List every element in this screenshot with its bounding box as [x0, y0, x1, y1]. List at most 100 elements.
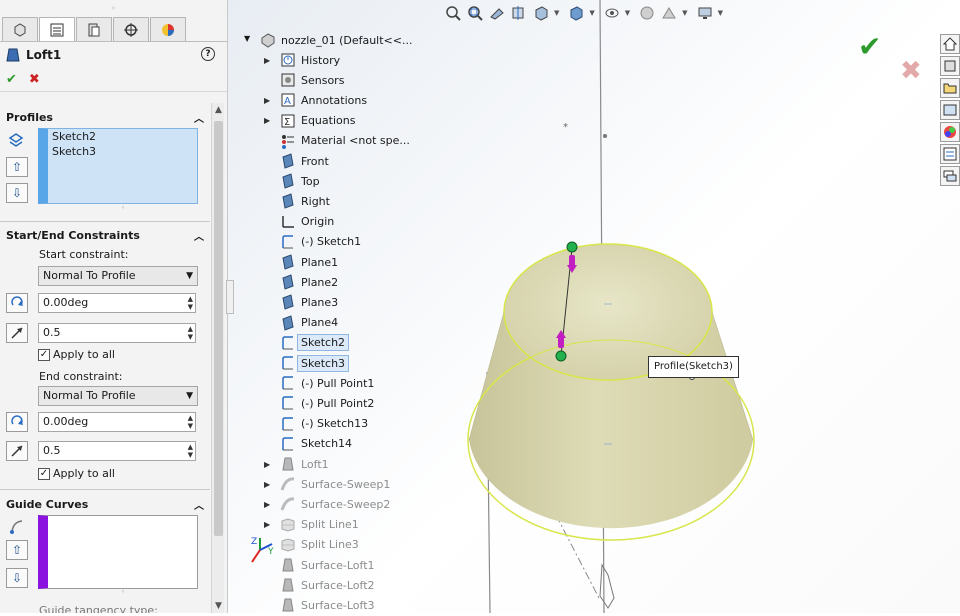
chevron-down-icon[interactable]: ▼ — [589, 9, 594, 17]
expand-arrow-icon[interactable]: ▶ — [264, 56, 274, 65]
tree-item[interactable]: Surface-Loft3 — [264, 595, 375, 615]
tree-item[interactable]: Plane4 — [264, 313, 338, 333]
edit-appearance-icon[interactable] — [638, 4, 656, 22]
resize-grip-icon[interactable]: ◦ — [121, 204, 125, 212]
checkbox-check-icon[interactable]: ✓ — [38, 467, 50, 480]
tree-root[interactable]: nozzle_01 (Default<<... — [260, 30, 412, 50]
scroll-thumb[interactable] — [214, 121, 223, 536]
apply-scene-icon[interactable] — [660, 4, 678, 22]
tree-item[interactable]: Surface-Loft2 — [264, 575, 375, 595]
spinner-icon[interactable]: ▲ ▼ — [188, 325, 193, 341]
tree-item[interactable]: ▶ A Annotations — [264, 90, 367, 110]
view-orientation-icon[interactable] — [532, 4, 550, 22]
home-icon[interactable] — [940, 34, 960, 54]
section-view-icon[interactable] — [510, 4, 528, 22]
view-settings-icon[interactable] — [696, 4, 714, 22]
chevron-down-icon[interactable]: ▼ — [554, 9, 559, 17]
view-palette-icon[interactable] — [940, 100, 960, 120]
tree-item[interactable]: ▶ Surface-Sweep1 — [264, 474, 390, 494]
tree-item[interactable]: Surface-Loft1 — [264, 555, 375, 575]
start-apply-all-checkbox[interactable]: ✓ Apply to all — [38, 348, 115, 361]
scroll-up-icon[interactable]: ▲ — [212, 103, 225, 117]
file-explorer-icon[interactable] — [940, 78, 960, 98]
expand-arrow-icon[interactable]: ▶ — [264, 520, 274, 529]
move-up-button[interactable]: ⇧ — [6, 540, 28, 560]
scroll-down-icon[interactable]: ▼ — [212, 599, 225, 613]
hide-show-icon[interactable] — [603, 4, 621, 22]
design-library-icon[interactable] — [940, 56, 960, 76]
tree-item[interactable]: (-) Pull Point1 — [264, 373, 374, 393]
tree-item[interactable]: ▶ Split Line1 — [264, 515, 359, 535]
property-manager-tab[interactable] — [39, 17, 75, 41]
help-icon[interactable]: ? — [201, 47, 215, 61]
expand-arrow-icon[interactable]: ▶ — [264, 116, 274, 125]
end-apply-all-checkbox[interactable]: ✓ Apply to all — [38, 467, 115, 480]
zoom-area-icon[interactable] — [466, 4, 484, 22]
guide-curves-listbox[interactable] — [38, 515, 198, 589]
expand-arrow-icon[interactable]: ▶ — [264, 500, 274, 509]
tree-item[interactable]: Sensors — [264, 70, 344, 90]
display-style-icon[interactable] — [567, 4, 585, 22]
panel-grip[interactable]: ◦ — [0, 0, 227, 16]
tree-item[interactable]: ▶ Σ Equations — [264, 111, 355, 131]
collapse-icon[interactable]: ︿ — [194, 228, 204, 243]
resize-grip-icon[interactable]: ◦ — [121, 588, 125, 596]
tree-item[interactable]: ▶ History — [264, 50, 340, 70]
tree-item[interactable]: Right — [264, 191, 330, 211]
zoom-to-fit-icon[interactable] — [444, 4, 462, 22]
tree-item[interactable]: ▶ Surface-Sweep2 — [264, 494, 390, 514]
appearances-icon[interactable] — [940, 122, 960, 142]
feature-manager-tab[interactable] — [2, 17, 38, 41]
tree-item[interactable]: Plane3 — [264, 292, 338, 312]
confirm-ok-icon[interactable]: ✔ — [858, 30, 881, 63]
cancel-button[interactable]: ✖ — [29, 72, 40, 87]
start-length-field[interactable]: 0.5 ▲ ▼ — [38, 323, 196, 343]
tree-item[interactable]: Sketch2 — [264, 333, 350, 353]
tree-item[interactable]: Top — [264, 171, 320, 191]
start-constraint-select[interactable]: Normal To Profile ▼ — [38, 266, 198, 286]
collapse-icon[interactable]: ︿ — [194, 110, 204, 125]
tree-item[interactable]: Sketch3 — [264, 353, 350, 373]
move-down-button[interactable]: ⇩ — [6, 183, 28, 203]
chevron-down-icon[interactable]: ▼ — [682, 9, 687, 17]
spinner-icon[interactable]: ▲ ▼ — [188, 443, 193, 459]
expand-arrow-icon[interactable]: ▶ — [264, 480, 274, 489]
custom-properties-icon[interactable] — [940, 144, 960, 164]
list-item[interactable]: Sketch2 — [48, 129, 197, 144]
end-constraint-select[interactable]: Normal To Profile ▼ — [38, 386, 198, 406]
list-item[interactable]: Sketch3 — [48, 144, 197, 159]
tree-item[interactable]: Plane2 — [264, 272, 338, 292]
configuration-manager-tab[interactable] — [76, 17, 112, 41]
tree-item[interactable]: Plane1 — [264, 252, 338, 272]
move-down-button[interactable]: ⇩ — [6, 568, 28, 588]
chevron-down-icon[interactable]: ▼ — [718, 9, 723, 17]
end-length-field[interactable]: 0.5 ▲ ▼ — [38, 441, 196, 461]
previous-view-icon[interactable] — [488, 4, 506, 22]
profiles-listbox[interactable]: Sketch2 Sketch3 — [38, 128, 198, 204]
checkbox-check-icon[interactable]: ✓ — [38, 348, 50, 361]
constraints-section-header[interactable]: Start/End Constraints ︿ — [0, 224, 210, 246]
connector-handle-bottom[interactable] — [555, 350, 567, 362]
collapse-icon[interactable]: ︿ — [194, 497, 204, 512]
display-manager-tab[interactable] — [150, 17, 186, 41]
panel-splitter[interactable] — [226, 280, 234, 314]
confirm-cancel-icon[interactable]: ✖ — [900, 56, 922, 86]
move-up-button[interactable]: ⇧ — [6, 157, 28, 177]
tree-item[interactable]: Material <not spe... — [264, 131, 410, 151]
tree-item[interactable]: (-) Sketch1 — [264, 232, 361, 252]
tree-item[interactable]: Sketch14 — [264, 434, 352, 454]
tree-item[interactable]: (-) Pull Point2 — [264, 393, 374, 413]
tree-item[interactable]: Front — [264, 151, 329, 171]
connector-handle-top[interactable] — [566, 241, 578, 253]
guide-curves-section-header[interactable]: Guide Curves ︿ — [0, 493, 210, 515]
spinner-icon[interactable]: ▲ ▼ — [188, 414, 193, 430]
dimxpert-manager-tab[interactable] — [113, 17, 149, 41]
expand-arrow-icon[interactable]: ▶ — [264, 96, 274, 105]
expand-arrow-icon[interactable]: ▶ — [264, 460, 274, 469]
spinner-icon[interactable]: ▲ ▼ — [188, 295, 193, 311]
profiles-section-header[interactable]: Profiles ︿ — [0, 106, 210, 128]
tree-item[interactable]: ▶ Loft1 — [264, 454, 329, 474]
start-angle-field[interactable]: 0.00deg ▲ ▼ — [38, 293, 196, 313]
ok-button[interactable]: ✔ — [6, 72, 17, 87]
tree-item[interactable]: (-) Sketch13 — [264, 414, 368, 434]
